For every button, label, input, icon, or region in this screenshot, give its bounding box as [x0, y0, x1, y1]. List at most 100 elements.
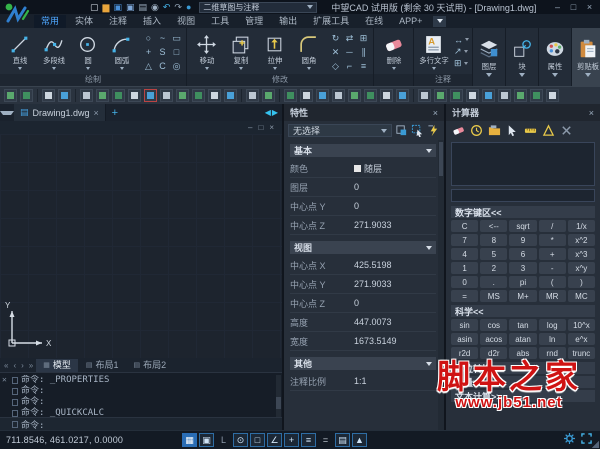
numpad-key[interactable]: 2: [480, 262, 508, 274]
offset-icon[interactable]: ∥: [357, 45, 370, 58]
numpad-key[interactable]: x^y: [567, 262, 595, 274]
fullscreen-icon[interactable]: [581, 431, 592, 449]
scientific-key[interactable]: cos: [480, 319, 508, 331]
toolbar-icon[interactable]: [208, 89, 221, 102]
dyn-toggle[interactable]: +: [284, 433, 299, 447]
toolbar-icon[interactable]: [482, 89, 495, 102]
save-as-icon[interactable]: ▣: [126, 2, 135, 12]
numpad-key[interactable]: C: [451, 220, 479, 232]
layers-button[interactable]: 图层: [473, 28, 506, 86]
annotation-toggle[interactable]: ▲: [352, 433, 367, 447]
document-tab[interactable]: ▤ Drawing1.dwg ×: [14, 104, 106, 121]
equals-toggle[interactable]: =: [318, 433, 333, 447]
erase-small-icon[interactable]: ─: [343, 45, 356, 58]
tab-list-icon[interactable]: [0, 110, 14, 115]
save-icon[interactable]: ▣: [113, 2, 122, 12]
toolbar-icon[interactable]: [348, 89, 361, 102]
eraser-button[interactable]: 删除: [377, 34, 410, 70]
toolbar-icon[interactable]: [96, 89, 109, 102]
toolbar-icon[interactable]: [466, 89, 479, 102]
circle-button[interactable]: 圆: [71, 34, 104, 70]
calculator-close-icon[interactable]: ×: [589, 108, 594, 118]
workspace-selector[interactable]: 二维草图与注释: [199, 1, 318, 13]
move-button[interactable]: 移动: [190, 34, 223, 70]
toolbar-icon[interactable]: [546, 89, 559, 102]
property-row[interactable]: 中心点 Y0: [290, 197, 436, 216]
numpad-key[interactable]: 3: [509, 262, 537, 274]
block-button[interactable]: 块: [506, 28, 539, 86]
property-row[interactable]: 颜色 随层: [290, 159, 436, 178]
hatch-icon[interactable]: △: [142, 59, 155, 72]
property-row[interactable]: 注释比例 1:1: [290, 372, 436, 391]
ellipse-icon[interactable]: ○: [142, 31, 155, 44]
open-folder-icon[interactable]: ▆: [103, 2, 110, 12]
scientific-key[interactable]: r2d: [451, 347, 479, 359]
quick-select-icon[interactable]: [427, 124, 440, 137]
scientific-key[interactable]: e^x: [567, 333, 595, 345]
layout-tab-2[interactable]: ▤ 布局1: [79, 359, 126, 372]
maximize-button[interactable]: □: [567, 1, 580, 13]
minimize-button[interactable]: –: [551, 1, 564, 13]
property-row[interactable]: 宽度 1673.5149: [290, 332, 436, 351]
numpad-key[interactable]: 1/x: [567, 220, 595, 232]
numpad-key[interactable]: <--: [480, 220, 508, 232]
section-header[interactable]: 基本: [290, 144, 436, 157]
array-icon[interactable]: ◇: [329, 59, 342, 72]
scientific-key[interactable]: rnd: [538, 347, 566, 359]
close-button[interactable]: ×: [583, 1, 596, 13]
command-scrollbar[interactable]: [276, 375, 281, 417]
toolbar-icon[interactable]: [514, 89, 527, 102]
numpad-key[interactable]: 4: [451, 248, 479, 260]
scientific-key[interactable]: d2r: [480, 347, 508, 359]
history-icon[interactable]: [469, 124, 483, 138]
layout-nav-icon[interactable]: ›: [19, 361, 26, 370]
ribbon-tab-3[interactable]: 注释: [102, 15, 134, 28]
trim-icon[interactable]: ✕: [329, 45, 342, 58]
numpad-key[interactable]: M+: [509, 290, 537, 302]
toolbar-icon[interactable]: [316, 89, 329, 102]
numpad-key[interactable]: MS: [480, 290, 508, 302]
osnap-toggle[interactable]: □: [250, 433, 265, 447]
toolbar-icon[interactable]: [246, 89, 259, 102]
ribbon-tab-4[interactable]: 插入: [136, 15, 168, 28]
property-row[interactable]: 中心点 Z0: [290, 294, 436, 313]
ribbon-tab-2[interactable]: 实体: [68, 15, 100, 28]
calculator-section-header[interactable]: 变量>>: [451, 376, 595, 388]
numpad-key[interactable]: 0: [451, 276, 479, 288]
stretch-button[interactable]: 拉伸: [258, 34, 291, 70]
leader-icon[interactable]: ↗: [454, 46, 469, 57]
table-icon[interactable]: ⊞: [454, 58, 469, 69]
ribbon-tab-1[interactable]: 常用: [34, 14, 67, 28]
property-row[interactable]: 图层 0: [290, 178, 436, 197]
scientific-key[interactable]: sin: [451, 319, 479, 331]
numpad-section-header[interactable]: 数字键区<<: [451, 206, 595, 218]
ribbon-tab-6[interactable]: 工具: [204, 15, 236, 28]
layout-nav-icon[interactable]: »: [27, 361, 35, 370]
preview-icon[interactable]: ◉: [151, 2, 159, 12]
online-icon[interactable]: ●: [186, 2, 191, 12]
drawing-close-button[interactable]: ×: [269, 123, 274, 132]
numpad-key[interactable]: *: [538, 234, 566, 246]
command-window[interactable]: ✕ 命令: _PROPERTIES 命令: 命令: 命令: _QUICKCALC 命令…: [0, 372, 282, 431]
toolbar-icon[interactable]: [284, 89, 297, 102]
fillet-button[interactable]: 圆角: [292, 34, 325, 70]
revcloud-icon[interactable]: C: [156, 59, 169, 72]
toolbar-icon[interactable]: [80, 89, 93, 102]
layout-nav-icon[interactable]: ‹: [11, 361, 18, 370]
new-tab-button[interactable]: +: [106, 104, 124, 121]
scientific-key[interactable]: abs: [509, 347, 537, 359]
numpad-key[interactable]: 7: [451, 234, 479, 246]
copy-button[interactable]: 复制: [224, 34, 257, 70]
ribbon-tab-5[interactable]: 视图: [170, 15, 202, 28]
numpad-key[interactable]: pi: [509, 276, 537, 288]
toolbar-icon[interactable]: [498, 89, 511, 102]
new-file-icon[interactable]: ▢: [90, 2, 99, 12]
clear-icon[interactable]: [451, 124, 465, 138]
snap-toggle[interactable]: ▣: [199, 433, 214, 447]
toolbar-icon[interactable]: [380, 89, 393, 102]
toolbar-icon[interactable]: [58, 89, 71, 102]
tab-scroll-arrows[interactable]: ◀▶: [265, 108, 282, 117]
ribbon-tab-8[interactable]: 输出: [272, 15, 304, 28]
toolbar-icon[interactable]: [418, 89, 431, 102]
property-row[interactable]: 高度 447.0073: [290, 313, 436, 332]
